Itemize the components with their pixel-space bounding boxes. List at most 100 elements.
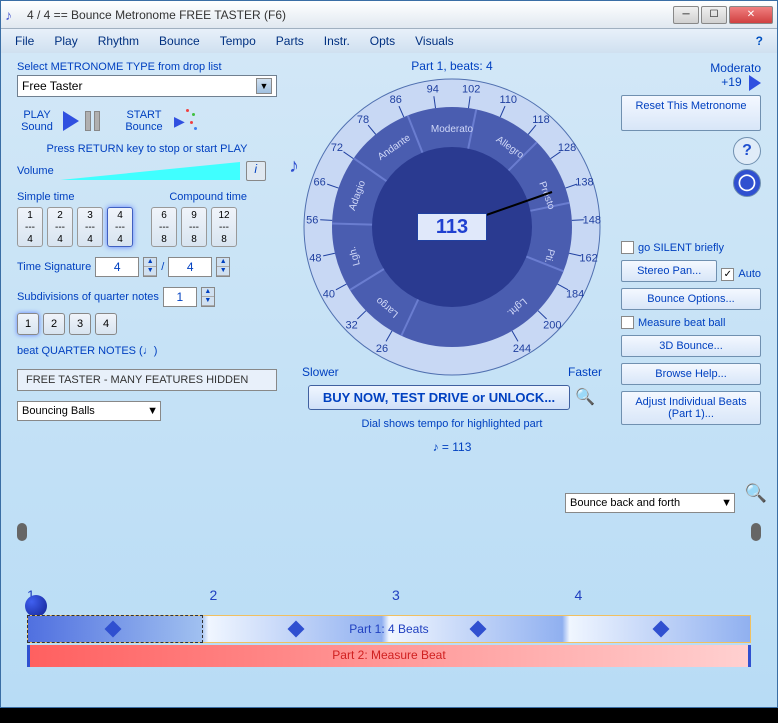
- play-tempo-button[interactable]: [749, 75, 761, 91]
- sub-stepper[interactable]: ▲▼: [201, 287, 215, 307]
- beat-label: beat QUARTER NOTES (♩): [17, 345, 277, 357]
- help-icon-button[interactable]: ?: [733, 137, 761, 165]
- sub-button-2[interactable]: 2: [43, 313, 65, 335]
- maximize-button[interactable]: ☐: [701, 6, 727, 24]
- sub-button-4[interactable]: 4: [95, 313, 117, 335]
- svg-text:128: 128: [558, 142, 576, 154]
- browse-help-button[interactable]: Browse Help...: [621, 363, 761, 385]
- ts-slash: /: [161, 261, 164, 273]
- measure-checkbox[interactable]: [621, 316, 634, 329]
- ts-denominator[interactable]: 4: [168, 257, 212, 277]
- volume-slider[interactable]: [60, 162, 240, 180]
- 3d-bounce-button[interactable]: 3D Bounce...: [621, 335, 761, 357]
- silent-checkbox[interactable]: [621, 241, 634, 254]
- time-header: Simple time Compound time: [17, 191, 277, 203]
- simple-time-4[interactable]: 4---4: [107, 207, 133, 247]
- menu-tempo[interactable]: Tempo: [212, 32, 264, 50]
- window-buttons: ─ ☐ ✕: [673, 6, 773, 24]
- sub-buttons: 1234: [17, 313, 277, 335]
- menu-visuals[interactable]: Visuals: [407, 32, 461, 50]
- svg-text:102: 102: [462, 83, 480, 95]
- right-panel: Moderato +19 Reset This Metronome ? ◯ go…: [621, 61, 761, 431]
- ts-label: Time Signature: [17, 261, 91, 273]
- simple-time-2[interactable]: 2---4: [47, 207, 73, 247]
- dropdown-arrow-icon: ▼: [256, 78, 272, 94]
- menu-help[interactable]: ?: [748, 32, 771, 50]
- menu-instr[interactable]: Instr.: [316, 32, 358, 50]
- play-button[interactable]: [63, 111, 79, 131]
- circle-icon-button[interactable]: ◯: [733, 169, 761, 197]
- menu-file[interactable]: File: [7, 32, 42, 50]
- adjust-beats-button[interactable]: Adjust Individual Beats (Part 1)...: [621, 391, 761, 425]
- faster-label: Faster: [568, 365, 602, 379]
- compound-time-label: Compound time: [169, 191, 247, 203]
- svg-text:162: 162: [579, 253, 597, 265]
- compound-time-6[interactable]: 6---8: [151, 207, 177, 247]
- pause-bar-icon: [94, 111, 100, 131]
- metronome-type-select[interactable]: Free Taster ▼: [17, 75, 277, 97]
- menu-opts[interactable]: Opts: [362, 32, 403, 50]
- compound-time-9[interactable]: 9---8: [181, 207, 207, 247]
- pause-button[interactable]: [85, 111, 100, 131]
- auto-checkbox[interactable]: ✓: [721, 268, 734, 281]
- bouncing-select[interactable]: Bouncing Balls ▼: [17, 401, 161, 421]
- measure-checkbox-row[interactable]: Measure beat ball: [621, 316, 761, 329]
- svg-text:110: 110: [499, 94, 517, 106]
- sub-value[interactable]: 1: [163, 287, 197, 307]
- svg-text:78: 78: [357, 114, 369, 126]
- close-button[interactable]: ✕: [729, 6, 773, 24]
- reset-button[interactable]: Reset This Metronome: [621, 95, 761, 131]
- auto-label: Auto: [738, 268, 761, 280]
- simple-time-3[interactable]: 3---4: [77, 207, 103, 247]
- magnify-icon[interactable]: 🔍: [745, 483, 767, 504]
- bounce-options-button[interactable]: Bounce Options...: [621, 288, 761, 310]
- dial-area: Part 1, beats: 4 26324048566672788694102…: [287, 59, 617, 454]
- window-title: 4 / 4 == Bounce Metronome FREE TASTER (F…: [27, 8, 673, 22]
- silent-label: go SILENT briefly: [638, 242, 724, 254]
- bouncing-ball[interactable]: [25, 595, 47, 617]
- svg-text:148: 148: [583, 214, 601, 226]
- simple-time-1[interactable]: 1---4: [17, 207, 43, 247]
- menu-parts[interactable]: Parts: [268, 32, 312, 50]
- track-edge-left: [17, 523, 27, 541]
- svg-text:66: 66: [313, 177, 325, 189]
- stereo-pan-button[interactable]: Stereo Pan...: [621, 260, 717, 282]
- ts-num-stepper[interactable]: ▲▼: [143, 257, 157, 277]
- compound-time-12[interactable]: 12---8: [211, 207, 237, 247]
- start-bounce-button[interactable]: [172, 109, 196, 133]
- part1-bar[interactable]: Part 1: 4 Beats: [27, 615, 751, 643]
- svg-text:86: 86: [390, 94, 402, 106]
- return-hint: Press RETURN key to stop or start PLAY: [17, 143, 277, 155]
- menu-rhythm[interactable]: Rhythm: [90, 32, 147, 50]
- measure-label: Measure beat ball: [638, 317, 725, 329]
- moderato-label: Moderato +19: [621, 61, 761, 91]
- time-signature-row: Time Signature 4 ▲▼ / 4 ▲▼: [17, 257, 277, 277]
- simple-time-label: Simple time: [17, 191, 74, 203]
- bpm-display[interactable]: 113: [417, 213, 487, 241]
- titlebar[interactable]: ♪ 4 / 4 == Bounce Metronome FREE TASTER …: [1, 1, 777, 29]
- minimize-button[interactable]: ─: [673, 6, 699, 24]
- tempo-dial[interactable]: 2632404856667278869410211011812813814816…: [302, 77, 602, 377]
- bounce-mode-select[interactable]: Bounce back and forth ▼: [565, 493, 735, 513]
- menu-bounce[interactable]: Bounce: [151, 32, 208, 50]
- menu-play[interactable]: Play: [46, 32, 85, 50]
- ts-numerator[interactable]: 4: [95, 257, 139, 277]
- sub-button-1[interactable]: 1: [17, 313, 39, 335]
- buy-now-button[interactable]: BUY NOW, TEST DRIVE or UNLOCK...: [308, 385, 570, 410]
- app-window: ♪ 4 / 4 == Bounce Metronome FREE TASTER …: [0, 0, 778, 708]
- svg-text:Moderato: Moderato: [431, 124, 474, 135]
- beat-number-4: 4: [575, 587, 583, 603]
- volume-info-button[interactable]: i: [246, 161, 266, 181]
- sub-button-3[interactable]: 3: [69, 313, 91, 335]
- svg-text:32: 32: [346, 320, 358, 332]
- content: Select METRONOME TYPE from drop list Fre…: [1, 53, 777, 707]
- subdivisions-row: Subdivisions of quarter notes 1 ▲▼: [17, 287, 277, 307]
- magnify-icon[interactable]: 🔍: [574, 387, 596, 409]
- part2-bar[interactable]: Part 2: Measure Beat: [27, 645, 751, 667]
- ts-den-stepper[interactable]: ▲▼: [216, 257, 230, 277]
- beat-number-3: 3: [392, 587, 400, 603]
- bouncing-value: Bouncing Balls: [22, 405, 95, 417]
- silent-checkbox-row[interactable]: go SILENT briefly: [621, 241, 761, 254]
- bounce-mode-value: Bounce back and forth: [570, 497, 680, 509]
- app-icon: ♪: [5, 7, 21, 23]
